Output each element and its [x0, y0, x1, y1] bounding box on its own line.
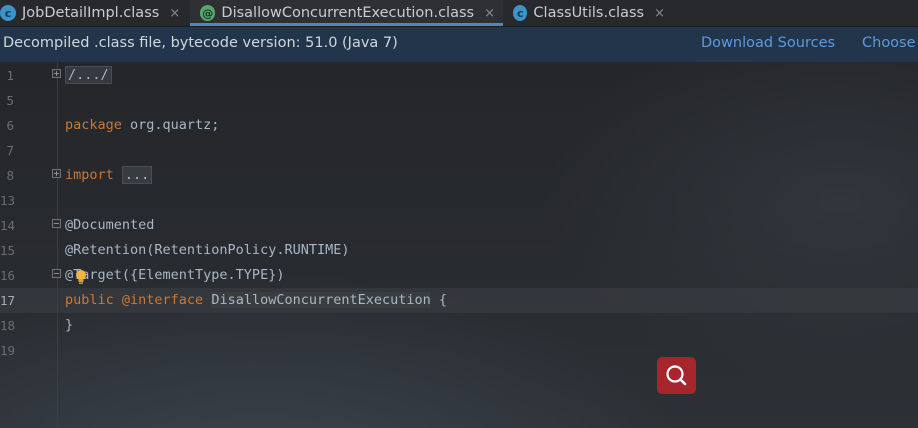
decompiled-banner: Decompiled .class file, bytecode version…	[0, 27, 918, 63]
code-line: 19	[0, 338, 918, 363]
code-line: 5	[0, 88, 918, 113]
code-line: 13	[0, 188, 918, 213]
keyword: package	[65, 117, 122, 133]
line-number: 16	[0, 268, 16, 283]
editor-tab-bar: c JobDetailImpl.class × @ DisallowConcur…	[0, 0, 918, 27]
choose-sources-link[interactable]: Choose	[862, 35, 916, 51]
line-number: 1	[6, 68, 14, 83]
folded-region[interactable]: /.../	[65, 66, 112, 84]
tab-disallow-concurrent-execution[interactable]: @ DisallowConcurrentExecution.class ×	[190, 0, 503, 26]
code-line-current: 17 public @interface DisallowConcurrentE…	[0, 288, 918, 313]
line-number: 6	[6, 118, 14, 133]
keyword: @interface	[113, 292, 204, 308]
tab-label: DisallowConcurrentExecution.class	[221, 5, 475, 21]
tab-job-detail-impl[interactable]: c JobDetailImpl.class ×	[0, 0, 190, 26]
line-number: 19	[0, 343, 16, 358]
class-icon: c	[0, 5, 16, 21]
brace: {	[430, 292, 448, 308]
code-line: 16 @Target({ElementType.TYPE})	[0, 263, 918, 288]
code-text: package org.quartz;	[65, 117, 219, 133]
folded-imports[interactable]: ...	[121, 166, 153, 184]
tab-class-utils[interactable]: c ClassUtils.class ×	[503, 0, 673, 26]
annotation-icon: @	[200, 5, 216, 21]
search-icon	[666, 365, 687, 386]
fold-collapse-icon[interactable]	[52, 269, 61, 278]
close-icon[interactable]: ×	[484, 6, 495, 21]
download-sources-link[interactable]: Download Sources	[701, 35, 835, 51]
code-editor[interactable]: 1 /.../ 5 6 package org.quartz; 7 8 impo…	[0, 62, 918, 428]
code-text: /.../	[65, 66, 112, 84]
code-line: 1 /.../	[0, 63, 918, 88]
keyword: public	[65, 292, 114, 308]
keyword: import	[65, 167, 114, 183]
tab-label: ClassUtils.class	[533, 5, 645, 21]
code-text: import ...	[65, 166, 153, 184]
lightbulb-icon[interactable]	[75, 269, 87, 285]
line-number: 15	[0, 243, 16, 258]
close-icon[interactable]: ×	[654, 6, 665, 21]
line-number: 18	[0, 318, 16, 333]
code-line: 18 }	[0, 313, 918, 338]
code-text: }	[65, 317, 74, 333]
line-number: 13	[0, 193, 16, 208]
code-line: 8 import ...	[0, 163, 918, 188]
fold-expand-icon[interactable]	[52, 69, 61, 78]
line-number: 14	[0, 218, 16, 233]
code-line: 15 @Retention(RetentionPolicy.RUNTIME)	[0, 238, 918, 263]
line-number: 5	[6, 93, 14, 108]
code-line: 6 package org.quartz;	[0, 113, 918, 138]
code-text: @Target({ElementType.TYPE})	[65, 267, 285, 283]
line-number: 8	[6, 168, 14, 183]
line-number: 17	[0, 293, 16, 308]
tab-label: JobDetailImpl.class	[22, 5, 160, 21]
class-icon: c	[513, 5, 528, 21]
annotation-name: DisallowConcurrentExecution	[211, 292, 431, 308]
decompiled-message: Decompiled .class file, bytecode version…	[3, 35, 398, 51]
fold-collapse-icon[interactable]	[52, 219, 61, 228]
package-name: org.quartz;	[121, 117, 220, 133]
code-line: 14 @Documented	[0, 213, 918, 238]
ide-window: c JobDetailImpl.class × @ DisallowConcur…	[0, 0, 918, 428]
code-text: public @interface DisallowConcurrentExec…	[65, 292, 447, 308]
code-line: 7	[0, 138, 918, 163]
code-text: @Documented	[65, 217, 155, 233]
line-number: 7	[6, 143, 14, 158]
close-icon[interactable]: ×	[169, 6, 180, 21]
search-button[interactable]	[657, 357, 696, 394]
fold-expand-icon[interactable]	[52, 169, 61, 178]
code-text: @Retention(RetentionPolicy.RUNTIME)	[65, 242, 350, 258]
